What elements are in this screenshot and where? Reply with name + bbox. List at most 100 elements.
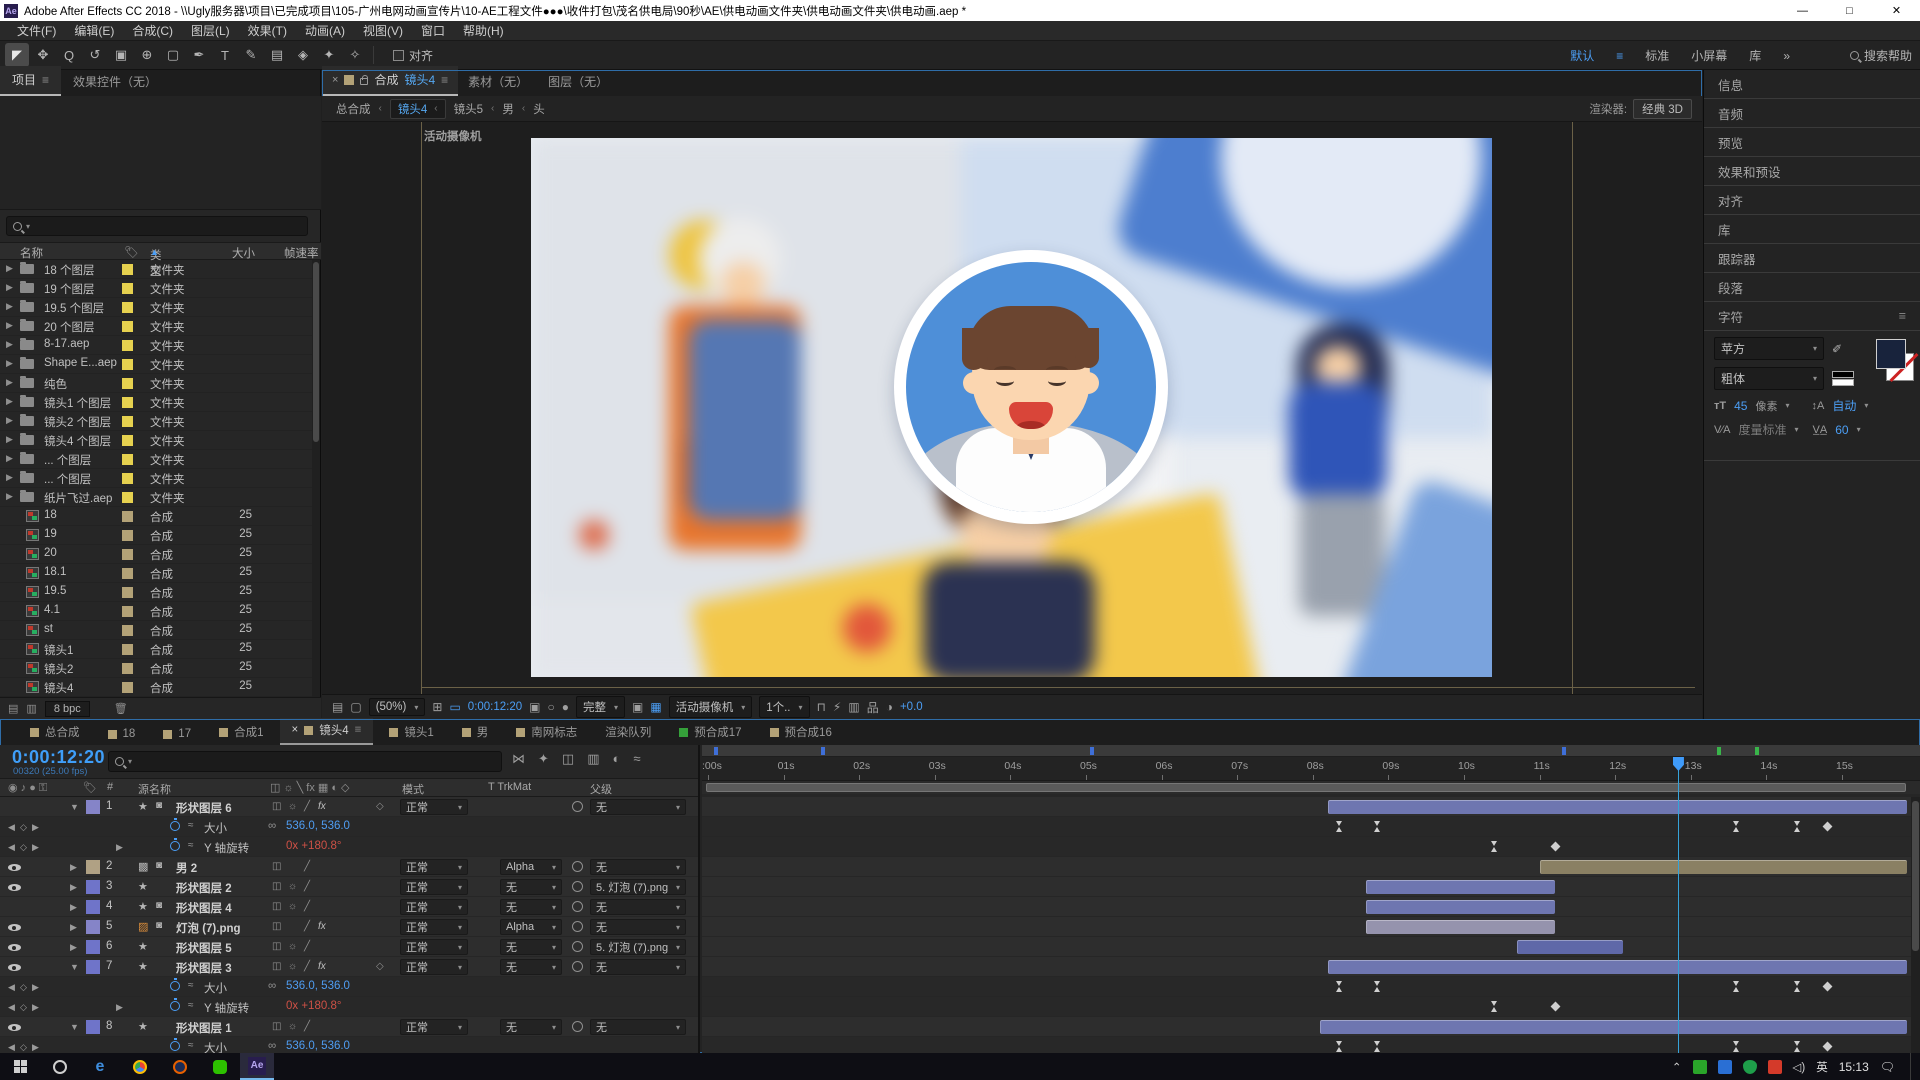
keyframe-hourglass-icon[interactable] xyxy=(1491,1001,1498,1012)
magnification-dropdown[interactable]: (50%)▾ xyxy=(369,698,426,716)
layer-name[interactable]: 形状图层 2 xyxy=(176,880,232,896)
show-desktop-button[interactable] xyxy=(1910,1053,1914,1080)
pen-tool[interactable]: ✒ xyxy=(187,43,211,67)
blend-mode-dropdown[interactable]: 正常▾ xyxy=(400,899,468,915)
always-preview-icon[interactable]: ▤ xyxy=(332,700,343,714)
twirl-icon[interactable]: ▶ xyxy=(6,434,13,445)
roto-brush-tool[interactable]: ✦ xyxy=(317,43,341,67)
project-row[interactable]: 镜头1合成25 xyxy=(0,640,313,659)
timeline-jump-icon[interactable]: ▥ xyxy=(848,700,859,714)
layer-row[interactable]: ▶6★形状图层 5◫☼╱正常▾无▾5. 灯泡 (7).png▾ xyxy=(0,937,698,957)
keyframe-diamond-icon[interactable] xyxy=(1822,822,1832,832)
expander-icon[interactable]: ▼ xyxy=(70,802,79,812)
eye-icon[interactable] xyxy=(8,924,21,931)
black-swatch[interactable] xyxy=(1832,371,1854,378)
workspace-2[interactable]: 标准 xyxy=(1645,47,1669,64)
workspace-menu-icon[interactable]: ≡ xyxy=(1616,49,1623,63)
panel-7[interactable]: 跟踪器 xyxy=(1704,244,1920,273)
layer-duration-bar[interactable] xyxy=(1517,940,1623,954)
fx-switch-icon[interactable]: fx xyxy=(318,921,326,932)
quality-switch-icon[interactable]: ╱ xyxy=(304,921,310,932)
timeline-lane[interactable] xyxy=(702,937,1920,957)
pixel-aspect-icon[interactable]: ⊓ xyxy=(817,700,826,714)
wechat-icon[interactable] xyxy=(200,1053,240,1080)
timeline-tab-6[interactable]: 镜头1 xyxy=(377,720,445,745)
timeline-lane[interactable] xyxy=(702,1037,1920,1054)
reset-exposure-icon[interactable]: ◑ xyxy=(886,700,893,714)
label-color-swatch[interactable] xyxy=(122,625,133,636)
parent-dropdown[interactable]: 无▾ xyxy=(590,1019,686,1035)
draft-3d-icon[interactable]: ✦ xyxy=(538,751,549,767)
expander-icon[interactable]: ▼ xyxy=(70,962,79,972)
shy-switch-icon[interactable]: ◫ xyxy=(272,861,281,872)
label-color-swatch[interactable] xyxy=(122,606,133,617)
label-color-swatch[interactable] xyxy=(122,359,133,370)
label-color-swatch[interactable] xyxy=(122,473,133,484)
graph-icon[interactable]: ≈ xyxy=(188,1040,194,1051)
composition-mini-flowchart-icon[interactable]: ⋈ xyxy=(512,751,525,767)
edge-icon[interactable]: e xyxy=(80,1053,120,1080)
keyframe-hourglass-icon[interactable] xyxy=(1733,1041,1740,1052)
menu-item[interactable]: 图层(L) xyxy=(182,22,239,39)
keyframe-diamond-icon[interactable] xyxy=(1822,982,1832,992)
keyframe-hourglass-icon[interactable] xyxy=(1336,821,1343,832)
twirl-icon[interactable]: ▶ xyxy=(6,491,13,502)
label-color-swatch[interactable] xyxy=(122,340,133,351)
pan-behind-tool[interactable]: ⊕ xyxy=(135,43,159,67)
selection-tool[interactable]: ◤ xyxy=(5,43,29,67)
property-name[interactable]: Y 轴旋转 xyxy=(204,840,249,856)
label-color-swatch[interactable] xyxy=(122,492,133,503)
layer-row[interactable]: ▼1★◙形状图层 6◫☼╱fx◇正常▾无▾ xyxy=(0,797,698,817)
layer-row[interactable]: ▶5▨◙灯泡 (7).png◫╱fx正常▾Alpha▾无▾ xyxy=(0,917,698,937)
collapse-switch-icon[interactable]: ☼ xyxy=(288,941,297,952)
timeline-tab-7[interactable]: 男 xyxy=(450,720,501,745)
parent-dropdown[interactable]: 5. 灯泡 (7).png▾ xyxy=(590,939,686,955)
expander-icon[interactable]: ▶ xyxy=(70,942,77,953)
timeline-tab-2[interactable]: 18 xyxy=(96,724,148,745)
layer-color-swatch[interactable] xyxy=(86,1020,100,1034)
project-scrollbar[interactable] xyxy=(312,260,320,697)
layer-color-swatch[interactable] xyxy=(86,960,100,974)
show-snapshot-icon[interactable]: ○ xyxy=(548,700,555,714)
eye-icon[interactable] xyxy=(8,1024,21,1031)
tray-icon-blue[interactable] xyxy=(1718,1060,1732,1074)
frame-blend-icon[interactable]: ▥ xyxy=(587,751,599,767)
parent-pickwhip-icon[interactable] xyxy=(572,861,583,872)
timeline-tab-3[interactable]: 17 xyxy=(151,724,203,745)
twirl-icon[interactable]: ▶ xyxy=(6,358,13,369)
fill-color-swatch[interactable] xyxy=(1876,339,1906,369)
panel-5[interactable]: 对齐 xyxy=(1704,186,1920,215)
add-keyframe-icon[interactable]: ◇ xyxy=(20,822,27,833)
keyframe-hourglass-icon[interactable] xyxy=(1491,841,1498,852)
property-name[interactable]: 大小 xyxy=(204,980,227,996)
keyframe-diamond-icon[interactable] xyxy=(1822,1042,1832,1052)
project-row[interactable]: ▶8-17.aep文件夹 xyxy=(0,336,313,355)
expander-icon[interactable]: ▶ xyxy=(70,922,77,933)
parent-dropdown[interactable]: 无▾ xyxy=(590,959,686,975)
project-filter-icon[interactable]: ▥ xyxy=(26,702,36,715)
parent-pickwhip-icon[interactable] xyxy=(572,1021,583,1032)
label-color-swatch[interactable] xyxy=(122,378,133,389)
label-color-swatch[interactable] xyxy=(122,663,133,674)
graph-icon[interactable]: ≈ xyxy=(188,980,194,991)
region-of-interest-icon[interactable]: ▭ xyxy=(449,700,460,714)
keyframe-diamond-icon[interactable] xyxy=(1550,842,1560,852)
prev-keyframe-icon[interactable]: ◀ xyxy=(8,842,15,853)
next-keyframe-icon[interactable]: ▶ xyxy=(32,822,39,833)
renderer-button[interactable]: 经典 3D xyxy=(1633,99,1692,119)
property-value[interactable]: 536.0, 536.0 xyxy=(286,820,350,832)
project-row[interactable]: ▶19 个图层文件夹 xyxy=(0,279,313,298)
layer-color-swatch[interactable] xyxy=(86,920,100,934)
stopwatch-icon[interactable] xyxy=(170,841,180,851)
preview-time[interactable]: 0:00:12:20 xyxy=(468,701,522,713)
hand-tool[interactable]: ✥ xyxy=(31,43,55,67)
panel-menu-icon[interactable]: ≡ xyxy=(355,724,362,736)
close-tab-icon[interactable]: × xyxy=(292,724,299,736)
project-row[interactable]: ▶... 个图层文件夹 xyxy=(0,469,313,488)
workspace-5[interactable]: » xyxy=(1783,49,1790,63)
menu-item[interactable]: 动画(A) xyxy=(296,22,354,39)
zoom-tool[interactable]: Q xyxy=(57,43,81,67)
property-row[interactable]: ◀◇▶▶≈Y 轴旋转0x +180.8° xyxy=(0,837,698,857)
collapse-switch-icon[interactable]: ☼ xyxy=(288,1021,297,1032)
trkmat-dropdown[interactable]: Alpha▾ xyxy=(500,919,562,935)
